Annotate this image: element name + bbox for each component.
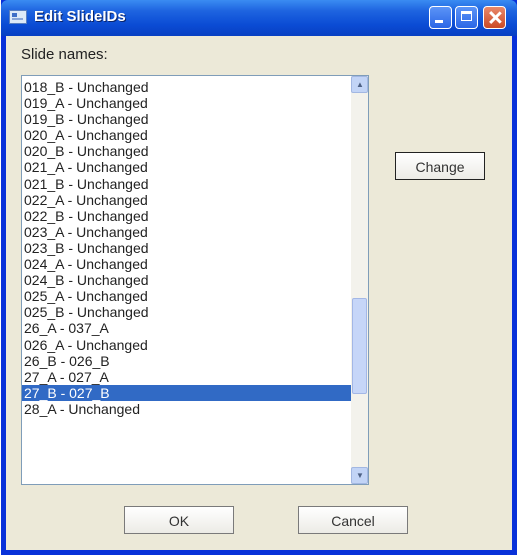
- dialog-window: Edit SlideIDs Slide names: 018_B - Uncha…: [1, 0, 517, 555]
- list-item[interactable]: 025_A - Unchanged: [22, 288, 352, 304]
- list-item[interactable]: 26_A - 037_A: [22, 320, 352, 336]
- list-item[interactable]: 27_A - 027_A: [22, 369, 352, 385]
- list-item[interactable]: 022_A - Unchanged: [22, 192, 352, 208]
- chevron-up-icon: ▲: [356, 80, 364, 89]
- list-item[interactable]: 023_A - Unchanged: [22, 224, 352, 240]
- list-item[interactable]: 024_B - Unchanged: [22, 272, 352, 288]
- list-item[interactable]: 018_B - Unchanged: [22, 79, 352, 95]
- list-rows: 018_B - Unchanged 019_A - Unchanged 019_B …: [22, 79, 352, 417]
- list-item[interactable]: 28_A - Unchanged: [22, 401, 352, 417]
- list-item[interactable]: 021_A - Unchanged: [22, 159, 352, 175]
- slides-icon: [9, 10, 27, 24]
- cancel-button[interactable]: Cancel: [298, 506, 408, 534]
- window-title: Edit SlideIDs: [34, 8, 126, 25]
- list-item[interactable]: 023_B - Unchanged: [22, 240, 352, 256]
- list-item[interactable]: 025_B - Unchanged: [22, 304, 352, 320]
- list-item[interactable]: 022_B - Unchanged: [22, 208, 352, 224]
- ok-button[interactable]: OK: [124, 506, 234, 534]
- list-item[interactable]: 021_B - Unchanged: [22, 176, 352, 192]
- scroll-thumb[interactable]: [352, 298, 367, 394]
- chevron-down-icon: ▼: [356, 471, 364, 480]
- list-item[interactable]: 019_B - Unchanged: [22, 111, 352, 127]
- list-item[interactable]: 026_A - Unchanged: [22, 337, 352, 353]
- dialog-body: Slide names: 018_B - Unchanged 019_A - Un…: [6, 36, 512, 550]
- list-item[interactable]: 020_A - Unchanged: [22, 127, 352, 143]
- slide-names-list[interactable]: 018_B - Unchanged 019_A - Unchanged 019_B …: [21, 75, 369, 485]
- slide-names-label: Slide names:: [21, 46, 108, 63]
- list-item[interactable]: 024_A - Unchanged: [22, 256, 352, 272]
- vertical-scrollbar[interactable]: ▲ ▼: [351, 76, 368, 484]
- change-button[interactable]: Change: [395, 152, 485, 180]
- list-item[interactable]: 27_B - 027_B: [22, 384, 352, 401]
- list-item[interactable]: 020_B - Unchanged: [22, 143, 352, 159]
- list-item[interactable]: 019_A - Unchanged: [22, 95, 352, 111]
- title-bar[interactable]: Edit SlideIDs: [1, 0, 517, 36]
- list-item[interactable]: 26_B - 026_B: [22, 353, 352, 369]
- scroll-down-button[interactable]: ▼: [351, 467, 368, 484]
- minimize-icon[interactable]: [429, 6, 452, 29]
- scroll-up-button[interactable]: ▲: [351, 76, 368, 93]
- close-icon[interactable]: [483, 6, 506, 29]
- maximize-icon[interactable]: [455, 6, 478, 29]
